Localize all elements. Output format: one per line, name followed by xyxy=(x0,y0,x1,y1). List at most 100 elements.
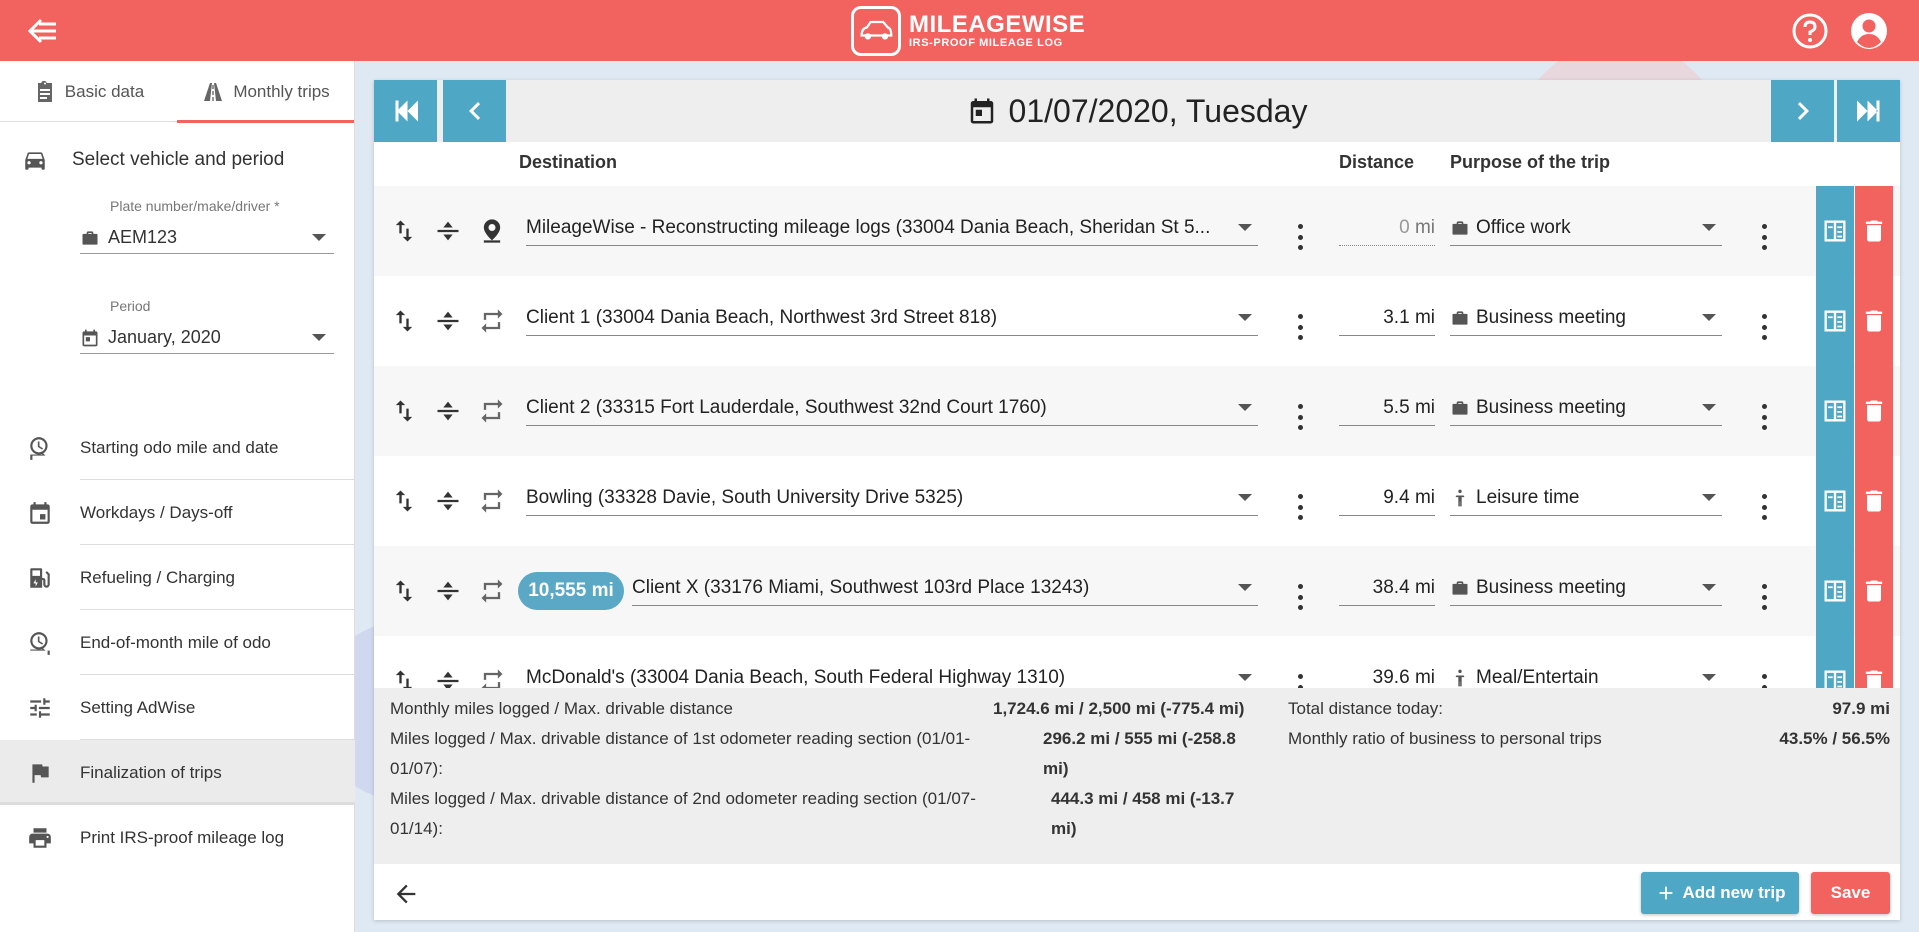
collapse-menu-icon[interactable] xyxy=(27,17,58,45)
purpose-select[interactable]: Business meeting xyxy=(1450,570,1722,606)
chevron-down-icon xyxy=(312,334,326,341)
delete-trip-button[interactable] xyxy=(1855,546,1893,636)
first-day-button[interactable] xyxy=(374,80,437,142)
delete-trip-button[interactable] xyxy=(1855,366,1893,456)
menu-label: Print IRS-proof mileage log xyxy=(80,827,285,847)
round-trip-icon[interactable] xyxy=(478,487,506,515)
delete-trip-button[interactable] xyxy=(1855,186,1893,276)
destination-select[interactable]: MileageWise - Reconstructing mileage log… xyxy=(526,210,1258,246)
split-trip-icon[interactable] xyxy=(434,577,462,605)
destination-more-icon[interactable] xyxy=(1295,404,1305,430)
split-trip-icon[interactable] xyxy=(434,397,462,425)
distance-value: 38.4 xyxy=(1372,577,1410,598)
section1-label-cont: 01/07): xyxy=(390,759,443,778)
swap-vertical-icon[interactable] xyxy=(390,217,418,245)
help-icon[interactable] xyxy=(1791,12,1829,50)
split-trip-icon[interactable] xyxy=(434,217,462,245)
tab-monthly-trips[interactable]: Monthly trips xyxy=(177,61,354,123)
purpose-select[interactable]: Leisure time xyxy=(1450,480,1722,516)
calendar-icon xyxy=(970,98,993,124)
purpose-select[interactable]: Office work xyxy=(1450,210,1722,246)
destination-select[interactable]: Client X (33176 Miami, Southwest 103rd P… xyxy=(632,570,1258,606)
distance-field[interactable]: 3.1 mi xyxy=(1339,300,1435,336)
trash-icon xyxy=(1865,400,1883,422)
destination-more-icon[interactable] xyxy=(1295,224,1305,250)
round-trip-icon[interactable] xyxy=(478,577,506,605)
destination-more-icon[interactable] xyxy=(1295,314,1305,340)
purpose-value: Business meeting xyxy=(1476,306,1626,328)
destination-more-icon[interactable] xyxy=(1295,494,1305,520)
purpose-more-icon[interactable] xyxy=(1759,584,1769,610)
trash-icon xyxy=(1865,310,1883,332)
swap-vertical-icon[interactable] xyxy=(390,397,418,425)
menu-workdays[interactable]: Workdays / Days-off xyxy=(0,480,355,545)
odometer-badge[interactable]: 10,555 mi xyxy=(518,572,624,610)
distance-field[interactable]: 38.4 mi xyxy=(1339,570,1435,606)
split-trip-icon[interactable] xyxy=(434,487,462,515)
trip-details-button[interactable] xyxy=(1816,276,1854,366)
destination-select[interactable]: Bowling (33328 Davie, South University D… xyxy=(526,480,1258,516)
swap-vertical-icon[interactable] xyxy=(390,487,418,515)
destination-select[interactable]: Client 1 (33004 Dania Beach, Northwest 3… xyxy=(526,300,1258,336)
trip-row: 10,555 mi Client X (33176 Miami, Southwe… xyxy=(374,546,1900,636)
distance-unit: mi xyxy=(1414,217,1435,238)
top-bar: MILEAGEWISE IRS-PROOF MILEAGE LOG xyxy=(0,0,1919,61)
distance-field[interactable]: 0 mi xyxy=(1339,210,1435,246)
distance-field[interactable]: 5.5 mi xyxy=(1339,390,1435,426)
brand-logo[interactable]: MILEAGEWISE IRS-PROOF MILEAGE LOG xyxy=(851,6,1085,56)
round-trip-icon[interactable] xyxy=(478,307,506,335)
trip-details-button[interactable] xyxy=(1816,456,1854,546)
trip-details-button[interactable] xyxy=(1816,186,1854,276)
delete-trip-button[interactable] xyxy=(1855,276,1893,366)
person-icon xyxy=(1455,669,1465,686)
swap-vertical-icon[interactable] xyxy=(390,577,418,605)
menu-end-of-month[interactable]: End-of-month mile of odo xyxy=(0,610,355,675)
menu-label: End-of-month mile of odo xyxy=(80,632,271,652)
arrow-left-icon[interactable] xyxy=(392,880,420,908)
chevron-right-icon xyxy=(1797,102,1809,120)
add-new-trip-button[interactable]: Add new trip xyxy=(1641,872,1799,914)
swap-vertical-icon[interactable] xyxy=(390,307,418,335)
purpose-more-icon[interactable] xyxy=(1759,494,1769,520)
next-day-button[interactable] xyxy=(1771,80,1834,142)
save-label: Save xyxy=(1830,883,1871,902)
menu-finalization[interactable]: Finalization of trips xyxy=(0,740,355,805)
distance-unit: mi xyxy=(1414,667,1435,688)
menu-print-log[interactable]: Print IRS-proof mileage log xyxy=(0,805,355,870)
purpose-select[interactable]: Business meeting xyxy=(1450,300,1722,336)
destination-select[interactable]: Client 2 (33315 Fort Lauderdale, Southwe… xyxy=(526,390,1258,426)
destination-more-icon[interactable] xyxy=(1295,584,1305,610)
location-pin-icon[interactable] xyxy=(478,217,506,245)
trip-details-button[interactable] xyxy=(1816,546,1854,636)
details-icon xyxy=(1824,220,1846,242)
purpose-select[interactable]: Business meeting xyxy=(1450,390,1722,426)
purpose-value: Meal/Entertain xyxy=(1476,666,1599,688)
distance-field[interactable]: 9.4 mi xyxy=(1339,480,1435,516)
destination-value: McDonald's (33004 Dania Beach, South Fed… xyxy=(526,666,1066,688)
destination-value: MileageWise - Reconstructing mileage log… xyxy=(526,216,1211,238)
previous-day-button[interactable] xyxy=(443,80,506,142)
chevron-down-icon xyxy=(1238,674,1252,681)
trip-details-button[interactable] xyxy=(1816,366,1854,456)
briefcase-icon xyxy=(1452,310,1468,325)
purpose-more-icon[interactable] xyxy=(1759,224,1769,250)
menu-refueling[interactable]: Refueling / Charging xyxy=(0,545,355,610)
save-button[interactable]: Save xyxy=(1811,872,1890,914)
column-distance: Distance xyxy=(1339,152,1415,172)
delete-trip-button[interactable] xyxy=(1855,456,1893,546)
section2-value: 444.3 mi / 458 mi (-13.7 xyxy=(1051,789,1235,808)
menu-setting-adwise[interactable]: Setting AdWise xyxy=(0,675,355,740)
tab-basic-data[interactable]: Basic data xyxy=(0,61,177,122)
vehicle-select[interactable]: Plate number/make/driver * AEM123 xyxy=(80,198,334,282)
period-select[interactable]: Period January, 2020 xyxy=(80,298,334,382)
menu-starting-odo[interactable]: Starting odo mile and date xyxy=(0,415,355,480)
today-distance-label: Total distance today: xyxy=(1288,699,1443,718)
last-day-button[interactable] xyxy=(1837,80,1900,142)
purpose-more-icon[interactable] xyxy=(1759,314,1769,340)
account-icon[interactable] xyxy=(1850,12,1888,50)
split-trip-icon[interactable] xyxy=(434,307,462,335)
trash-icon xyxy=(1865,580,1883,602)
brand-name: MILEAGEWISE xyxy=(909,10,1086,38)
purpose-more-icon[interactable] xyxy=(1759,404,1769,430)
round-trip-icon[interactable] xyxy=(478,397,506,425)
